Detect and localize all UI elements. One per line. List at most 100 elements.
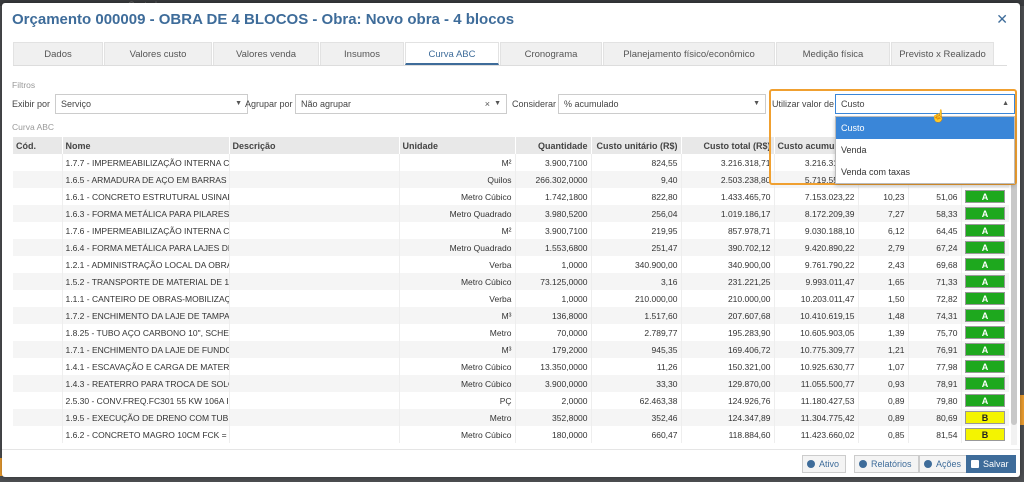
- table-row[interactable]: 1.4.3 - REATERRO PARA TROCA DE SOLO ... M…: [13, 375, 1009, 392]
- column-header[interactable]: Quantidade: [515, 137, 592, 154]
- clear-icon[interactable]: ×: [485, 95, 490, 113]
- ativo-button[interactable]: Ativo: [802, 455, 847, 473]
- table-cell: M²: [399, 154, 516, 171]
- tab-dados[interactable]: Dados: [13, 42, 103, 65]
- salvar-button[interactable]: Salvar: [966, 455, 1016, 473]
- table-cell: 195.283,90: [681, 324, 775, 341]
- table-row[interactable]: 1.6.3 - FORMA METÁLICA PARA PILARES/... M…: [13, 205, 1009, 222]
- table-cell: 1,39: [858, 324, 909, 341]
- table-cell: 1.7.1 - ENCHIMENTO DA LAJE DE FUNDO...: [62, 341, 230, 358]
- table-row[interactable]: 1.2.1 - ADMINISTRAÇÃO LOCAL DA OBRA Verba…: [13, 256, 1009, 273]
- table-cell: 76,91: [908, 341, 962, 358]
- grid-scrollbar[interactable]: [1011, 155, 1017, 445]
- chevron-down-icon: ▼: [235, 100, 242, 107]
- utilizar-valor-value: Custo: [841, 99, 865, 109]
- tab-insumos[interactable]: Insumos: [320, 42, 404, 65]
- tab-planejamento-fisico-economico[interactable]: Planejamento físico/econômico: [603, 42, 775, 65]
- table-cell: 1.4.1 - ESCAVAÇÃO E CARGA DE MATERIA...: [62, 358, 230, 375]
- dropdown-option[interactable]: Venda com taxas: [836, 161, 1014, 183]
- agrupar-por-select[interactable]: Não agrupar × ▼: [295, 94, 507, 114]
- table-row[interactable]: 1.6.1 - CONCRETO ESTRUTURAL USINAD... Met…: [13, 188, 1009, 205]
- table-cell: 1.7.7 - IMPERMEABILIZAÇÃO INTERNA C...: [62, 154, 230, 171]
- table-cell: 9,40: [591, 171, 682, 188]
- column-header[interactable]: Custo total (R$): [681, 137, 775, 154]
- table-cell: [13, 239, 63, 256]
- abc-class-badge: B: [965, 428, 1005, 441]
- tab-curva-abc[interactable]: Curva ABC: [405, 42, 499, 65]
- table-cell: 1.517,60: [591, 307, 682, 324]
- table-cell: 1.553,6800: [515, 239, 592, 256]
- table-cell: 7.153.023,22: [774, 188, 859, 205]
- relatorios-button[interactable]: Relatórios: [854, 455, 919, 473]
- column-header[interactable]: Descrição: [229, 137, 400, 154]
- table-row[interactable]: 1.7.1 - ENCHIMENTO DA LAJE DE FUNDO... M³…: [13, 341, 1009, 358]
- table-row[interactable]: 1.1.1 - CANTEIRO DE OBRAS-MOBILIZAÇ... Ve…: [13, 290, 1009, 307]
- table-cell: 10.605.903,05: [774, 324, 859, 341]
- abc-class-badge: A: [965, 309, 1005, 322]
- table-cell: 1.2.1 - ADMINISTRAÇÃO LOCAL DA OBRA: [62, 256, 230, 273]
- exibir-por-select[interactable]: Serviço ▼: [55, 94, 248, 114]
- table-cell: [229, 171, 400, 188]
- dropdown-option[interactable]: Venda: [836, 139, 1014, 161]
- table-row[interactable]: 1.9.5 - EXECUÇÃO DE DRENO COM TUB... Metr…: [13, 409, 1009, 426]
- acoes-button[interactable]: Ações: [919, 455, 969, 473]
- table-cell: A: [961, 290, 1009, 307]
- table-cell: [13, 188, 63, 205]
- table-cell: [229, 324, 400, 341]
- table-cell: 136,8000: [515, 307, 592, 324]
- table-cell: Metro Cúbico: [399, 426, 516, 443]
- dropdown-option[interactable]: Custo: [836, 117, 1014, 139]
- table-cell: [229, 392, 400, 409]
- table-cell: A: [961, 205, 1009, 222]
- table-row[interactable]: 1.7.2 - ENCHIMENTO DA LAJE DE TAMPA ... M…: [13, 307, 1009, 324]
- table-row[interactable]: 1.6.2 - CONCRETO MAGRO 10CM FCK = ... Met…: [13, 426, 1009, 443]
- column-header[interactable]: Custo unitário (R$): [591, 137, 682, 154]
- table-cell: A: [961, 273, 1009, 290]
- close-icon[interactable]: ✕: [996, 11, 1008, 28]
- scrollbar-thumb[interactable]: [1011, 155, 1017, 425]
- table-cell: 81,54: [908, 426, 962, 443]
- tab-valores-custo[interactable]: Valores custo: [104, 42, 212, 65]
- table-cell: A: [961, 222, 1009, 239]
- table-row[interactable]: 1.8.25 - TUBO AÇO CARBONO 10", SCHE... Me…: [13, 324, 1009, 341]
- table-cell: 1,07: [858, 358, 909, 375]
- tab-cronograma[interactable]: Cronograma: [500, 42, 602, 65]
- table-row[interactable]: 1.7.6 - IMPERMEABILIZAÇÃO INTERNA C... M²…: [13, 222, 1009, 239]
- table-cell: Metro Quadrado: [399, 239, 516, 256]
- utilizar-valor-select[interactable]: Custo ▲: [835, 94, 1015, 114]
- abc-class-badge: A: [965, 326, 1005, 339]
- table-cell: [13, 205, 63, 222]
- exibir-por-label: Exibir por: [12, 99, 51, 109]
- table-cell: 10.410.619,15: [774, 307, 859, 324]
- table-cell: 1.5.2 - TRANSPORTE DE MATERIAL DE 1ª ...: [62, 273, 230, 290]
- table-cell: 10.775.309,77: [774, 341, 859, 358]
- table-row[interactable]: 2.5.30 - CONV.FREQ.FC301 55 KW 106A I...…: [13, 392, 1009, 409]
- tab-valores-venda[interactable]: Valores venda: [213, 42, 319, 65]
- table-cell: A: [961, 375, 1009, 392]
- table-cell: 10.203.011,47: [774, 290, 859, 307]
- table-row[interactable]: 1.4.1 - ESCAVAÇÃO E CARGA DE MATERIA... M…: [13, 358, 1009, 375]
- column-header[interactable]: Unidade: [399, 137, 516, 154]
- abc-class-badge: A: [965, 258, 1005, 271]
- table-cell: 1,0000: [515, 256, 592, 273]
- table-cell: Verba: [399, 256, 516, 273]
- tab-previsto-x-realizado[interactable]: Previsto x Realizado: [891, 42, 994, 65]
- table-cell: 62.463,38: [591, 392, 682, 409]
- table-cell: 179,2000: [515, 341, 592, 358]
- table-row[interactable]: 1.6.4 - FORMA METÁLICA PARA LAJES DE ...…: [13, 239, 1009, 256]
- table-cell: [13, 307, 63, 324]
- table-cell: A: [961, 358, 1009, 375]
- table-cell: [13, 358, 63, 375]
- table-cell: A: [961, 239, 1009, 256]
- table-cell: 71,33: [908, 273, 962, 290]
- table-cell: [13, 341, 63, 358]
- salvar-label: Salvar: [983, 459, 1009, 469]
- table-cell: 1.742,1800: [515, 188, 592, 205]
- table-cell: Metro Cúbico: [399, 188, 516, 205]
- considerar-select[interactable]: % acumulado ▼: [558, 94, 766, 114]
- tab-medicao-fisica[interactable]: Medição física: [776, 42, 890, 65]
- column-header[interactable]: Cód.: [13, 137, 63, 154]
- chevron-up-icon: ▲: [1002, 100, 1009, 107]
- table-row[interactable]: 1.5.2 - TRANSPORTE DE MATERIAL DE 1ª ...…: [13, 273, 1009, 290]
- column-header[interactable]: Nome: [62, 137, 230, 154]
